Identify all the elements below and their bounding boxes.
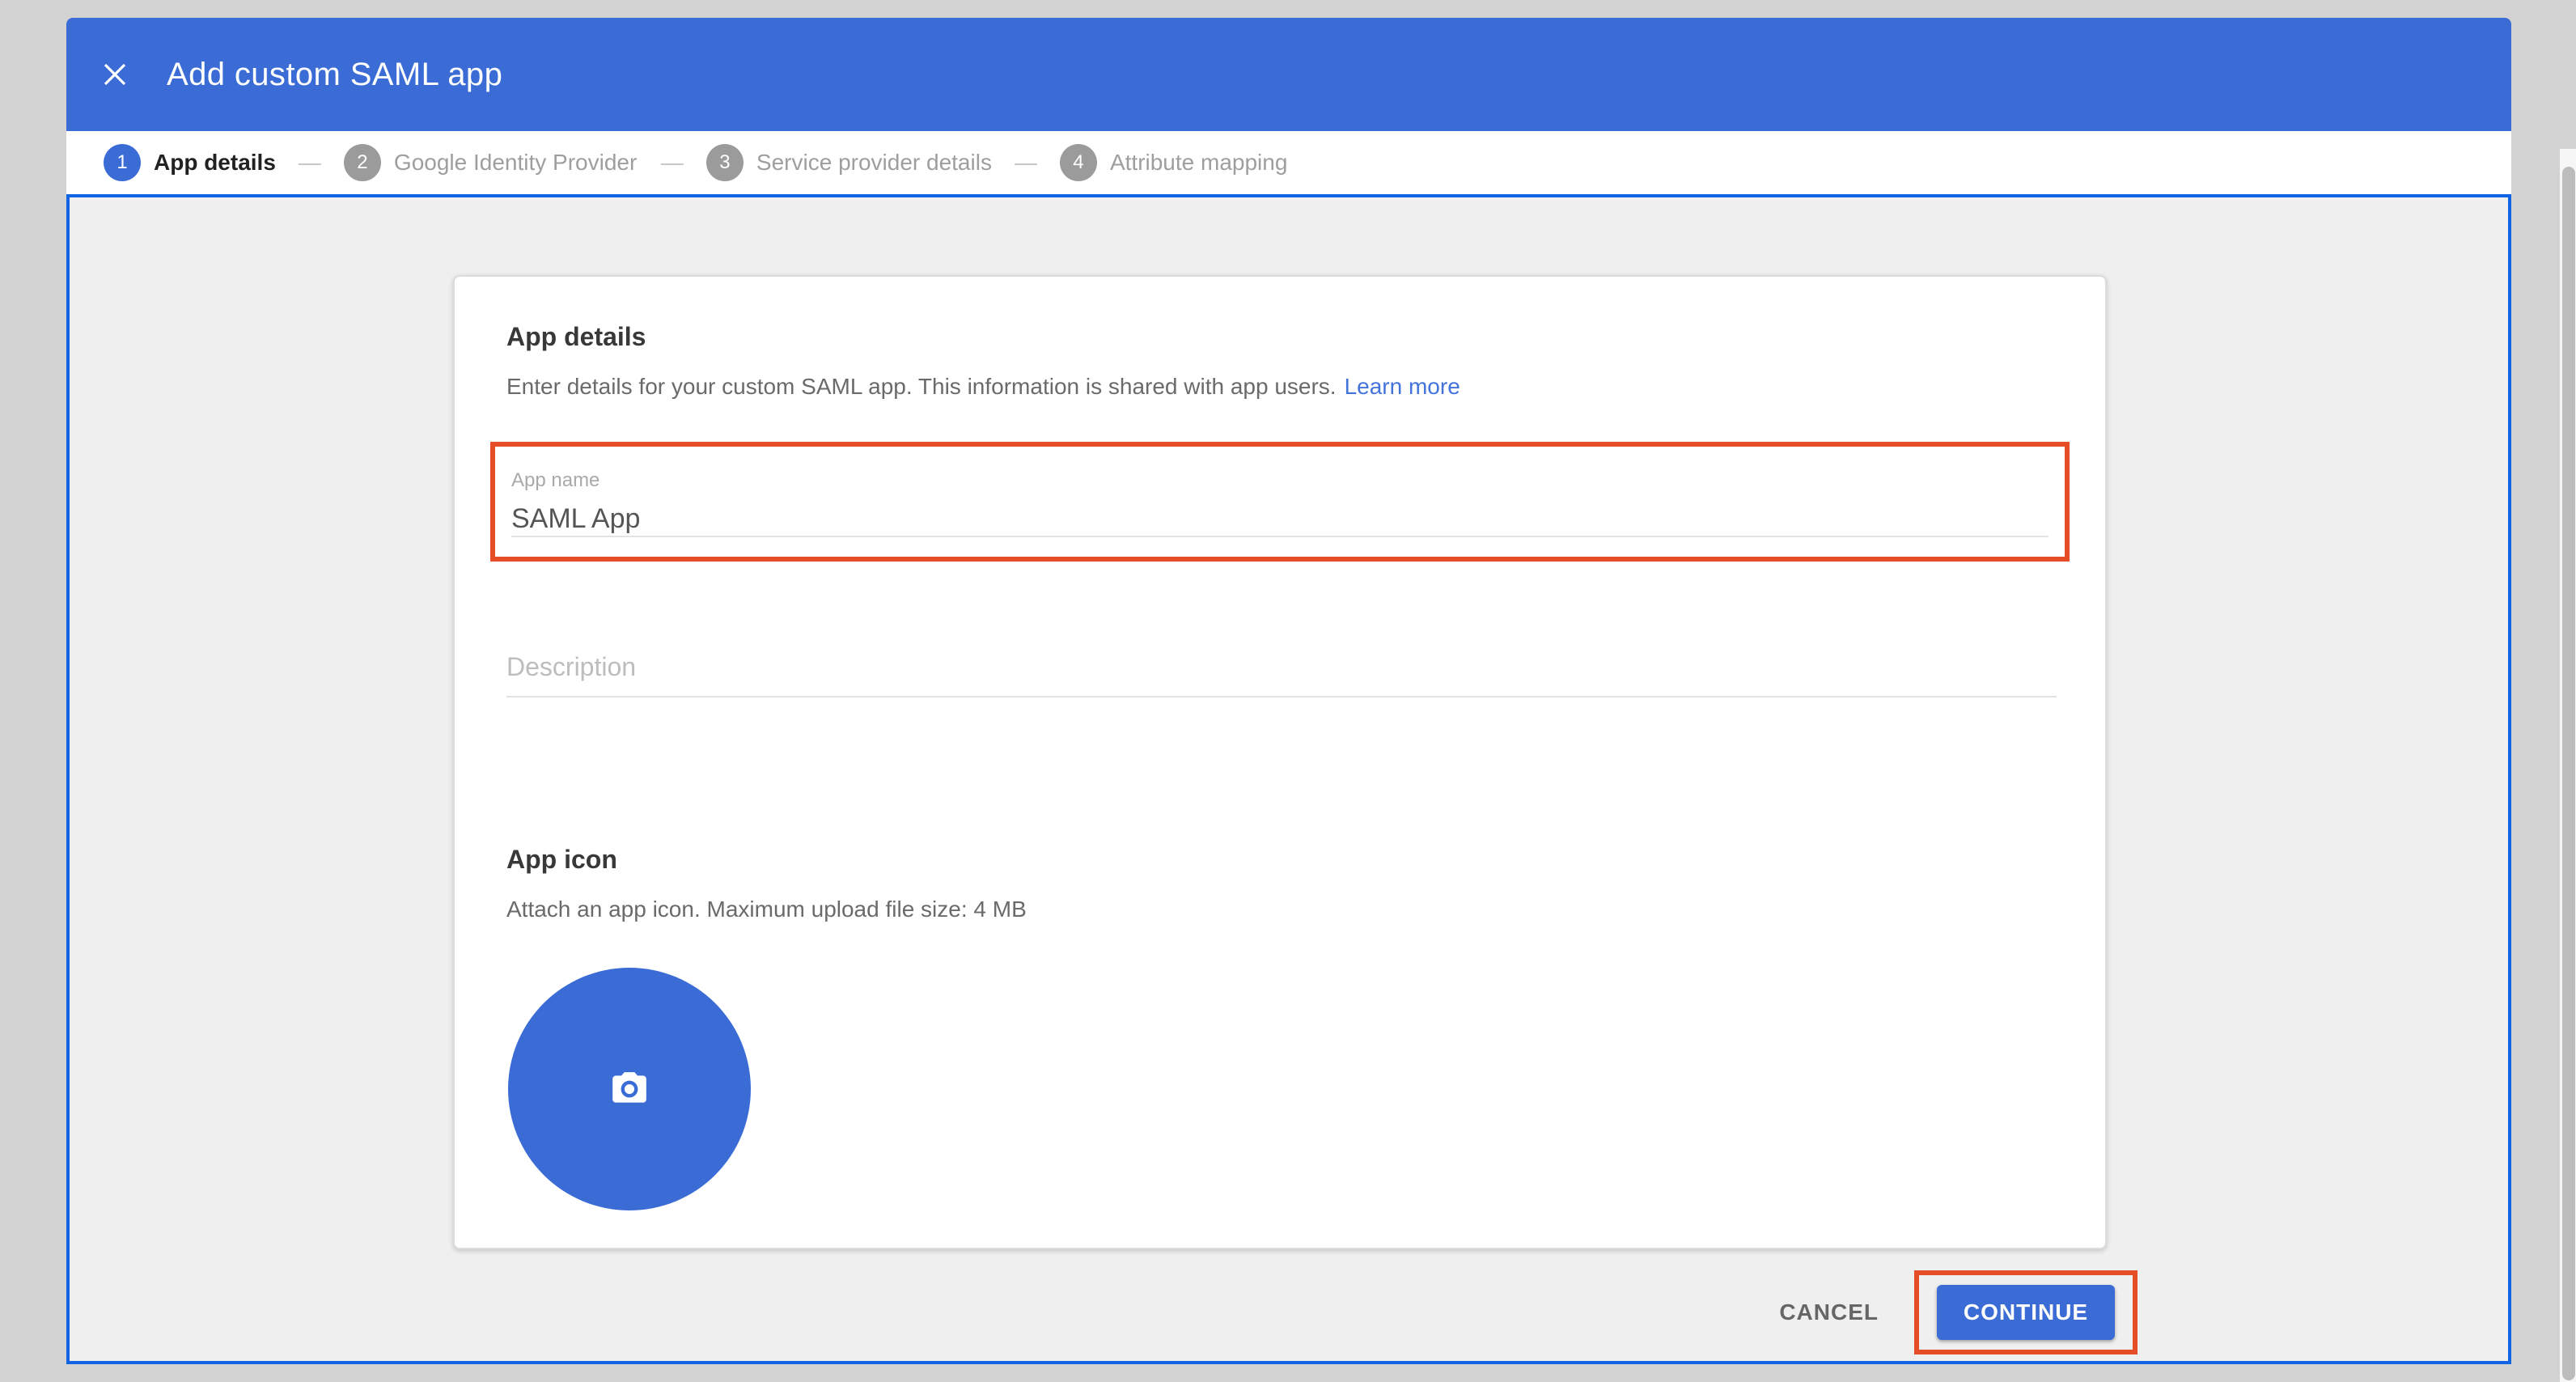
dialog-header: Add custom SAML app — [66, 18, 2511, 131]
app-name-underline — [511, 536, 2049, 537]
continue-button-highlight: CONTINUE — [1914, 1270, 2137, 1354]
step-2-badge: 2 — [344, 144, 381, 181]
app-icon-upload-button[interactable] — [508, 968, 751, 1210]
description-field[interactable]: Description — [506, 652, 2057, 697]
content-area: App details Enter details for your custo… — [66, 194, 2511, 1364]
close-button[interactable] — [95, 55, 134, 94]
section-title: App details — [506, 322, 646, 352]
app-icon-subtitle: Attach an app icon. Maximum upload file … — [506, 897, 1027, 922]
step-separator: — — [299, 150, 321, 176]
step-service-provider-details: 3 Service provider details — [706, 144, 992, 181]
description-underline — [506, 696, 2057, 697]
wizard-stepper: 1 App details — 2 Google Identity Provid… — [66, 131, 2511, 194]
step-app-details[interactable]: 1 App details — [104, 144, 276, 181]
step-attribute-mapping: 4 Attribute mapping — [1060, 144, 1287, 181]
scrollbar-track — [2560, 149, 2576, 1382]
dialog-actions: CANCEL CONTINUE — [453, 1264, 2110, 1361]
step-3-badge: 3 — [706, 144, 744, 181]
close-icon — [104, 63, 126, 86]
step-separator: — — [1015, 150, 1037, 176]
step-4-badge: 4 — [1060, 144, 1097, 181]
app-name-field[interactable]: App name SAML App — [490, 442, 2070, 562]
section-description-text: Enter details for your custom SAML app. … — [506, 374, 1337, 399]
scrollbar-thumb[interactable] — [2562, 167, 2575, 1380]
app-name-value: SAML App — [511, 503, 640, 535]
step-separator: — — [661, 150, 684, 176]
step-1-label: App details — [154, 150, 276, 176]
continue-button[interactable]: CONTINUE — [1937, 1285, 2115, 1340]
app-name-label: App name — [511, 469, 600, 492]
section-description: Enter details for your custom SAML app. … — [506, 374, 1460, 400]
step-2-label: Google Identity Provider details — [394, 150, 638, 176]
step-4-label: Attribute mapping — [1110, 150, 1287, 176]
dialog-title: Add custom SAML app — [167, 57, 502, 93]
step-google-idp-details: 2 Google Identity Provider details — [344, 144, 638, 181]
learn-more-link[interactable]: Learn more — [1345, 374, 1460, 399]
step-1-badge: 1 — [104, 144, 141, 181]
camera-icon — [609, 1069, 650, 1109]
app-details-card: App details Enter details for your custo… — [453, 275, 2107, 1249]
cancel-button[interactable]: CANCEL — [1766, 1287, 1892, 1338]
add-custom-saml-app-dialog: Add custom SAML app 1 App details — 2 Go… — [66, 18, 2511, 1364]
app-icon-title: App icon — [506, 845, 617, 875]
description-placeholder: Description — [506, 652, 636, 682]
step-3-label: Service provider details — [756, 150, 992, 176]
page-background: Add custom SAML app 1 App details — 2 Go… — [0, 0, 2576, 1382]
